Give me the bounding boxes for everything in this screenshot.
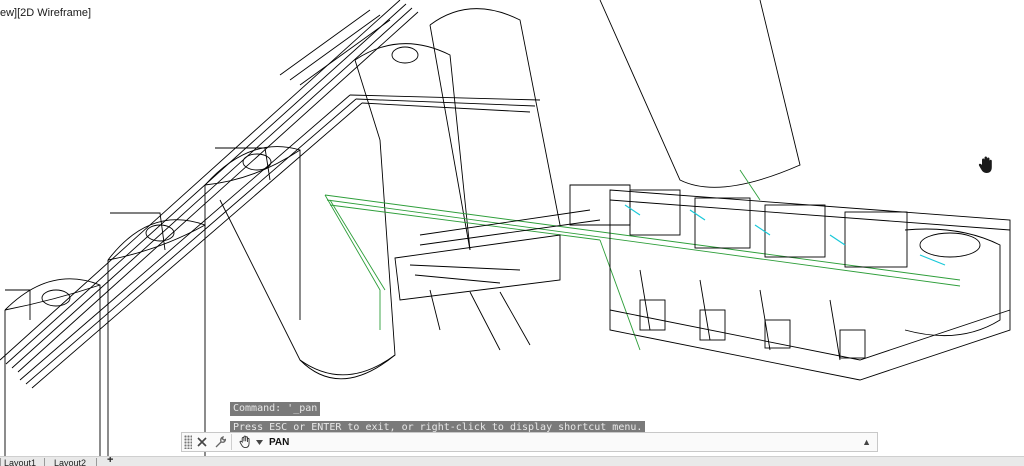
drawing-viewport[interactable]: ew][2D Wireframe] Command: '_pan Press E…	[0, 0, 1024, 456]
grip-icon[interactable]	[184, 435, 192, 449]
storage-tanks-left	[4, 0, 801, 456]
command-line-bar: PAN ▲	[181, 432, 878, 452]
tab-layout2[interactable]: Layout2	[54, 458, 86, 466]
history-toggle-icon[interactable]: ▲	[862, 437, 871, 447]
command-history: Command: '_pan Press ESC or ENTER to exi…	[230, 402, 646, 435]
tab-layout1[interactable]: Layout1	[4, 458, 36, 466]
command-input[interactable]: PAN	[269, 437, 289, 448]
pan-hand-icon[interactable]	[237, 434, 253, 450]
pan-hand-icon	[976, 155, 996, 175]
close-icon[interactable]	[194, 434, 210, 450]
viewport-label[interactable]: ew][2D Wireframe]	[0, 7, 91, 19]
tab-separator	[96, 458, 97, 466]
green-pipes	[324, 169, 961, 351]
pipe-rack	[0, 0, 541, 389]
tab-separator	[0, 458, 1, 466]
tab-separator	[44, 458, 45, 466]
dropdown-triangle-icon[interactable]	[255, 434, 263, 450]
separator	[231, 434, 232, 450]
customize-wrench-icon[interactable]	[212, 434, 228, 450]
wireframe-drawing	[0, 0, 1011, 456]
command-history-line: Command: '_pan	[230, 402, 321, 416]
layout-tabs-bar: Layout1 Layout2 +	[0, 456, 1024, 466]
structural-frame	[394, 184, 631, 351]
add-layout-button[interactable]: +	[107, 457, 113, 466]
